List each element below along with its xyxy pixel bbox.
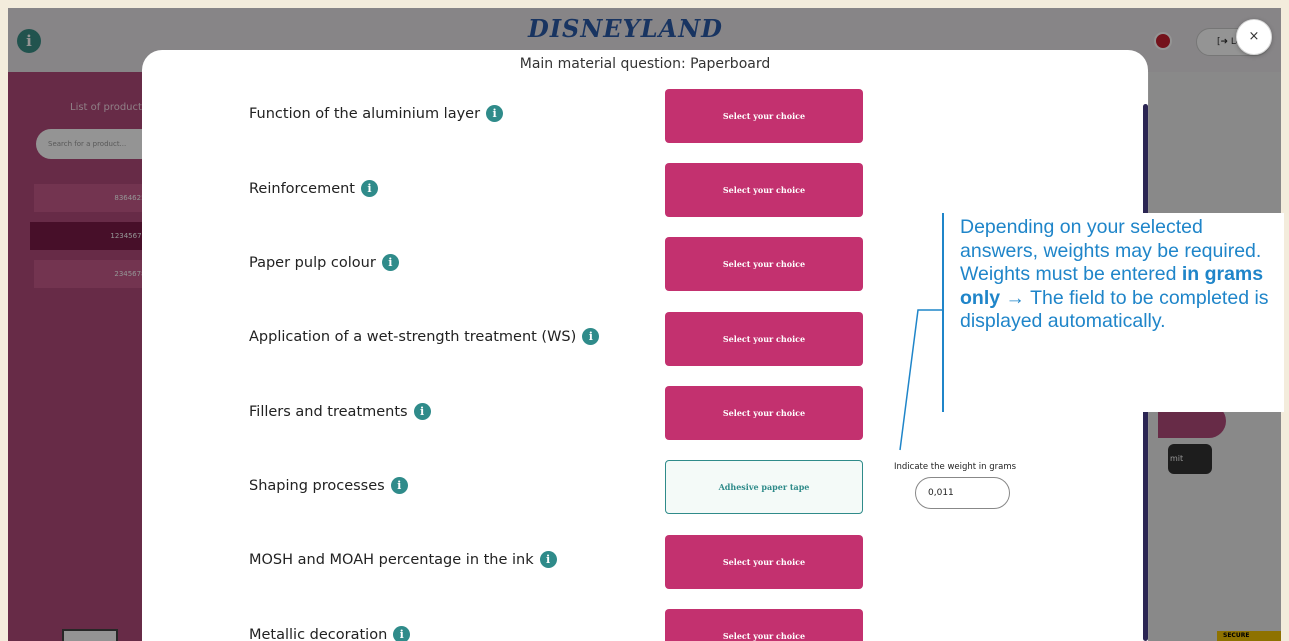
info-icon[interactable]: i bbox=[381, 254, 399, 271]
choice-button[interactable]: Select your choice bbox=[665, 163, 863, 217]
info-icon[interactable]: i bbox=[393, 626, 411, 641]
choice-button[interactable]: Select your choice bbox=[665, 237, 863, 291]
choice-button[interactable]: Select your choice bbox=[665, 386, 863, 440]
question-label: Fillers and treatments i bbox=[249, 403, 431, 420]
choice-button[interactable]: Select your choice bbox=[665, 609, 863, 641]
weight-label: Indicate the weight in grams bbox=[894, 462, 1017, 472]
info-icon[interactable]: i bbox=[539, 551, 557, 568]
question-label: Application of a wet-strength treatment … bbox=[249, 328, 600, 345]
question-label: Function of the aluminium layer i bbox=[249, 105, 504, 122]
weight-input[interactable] bbox=[915, 477, 1010, 509]
question-label: Metallic decoration i bbox=[249, 626, 411, 641]
choice-button-selected[interactable]: Adhesive paper tape bbox=[665, 460, 863, 514]
info-icon[interactable]: i bbox=[390, 477, 408, 494]
info-icon[interactable]: i bbox=[413, 403, 431, 420]
question-label: Paper pulp colour i bbox=[249, 254, 399, 271]
question-label-text: Fillers and treatments bbox=[249, 403, 408, 420]
question-label: Reinforcement i bbox=[249, 180, 378, 197]
choice-button[interactable]: Select your choice bbox=[665, 89, 863, 143]
info-icon[interactable]: i bbox=[361, 180, 378, 197]
question-label-text: Paper pulp colour bbox=[249, 254, 376, 271]
close-button[interactable]: × bbox=[1236, 19, 1272, 55]
question-label-text: Metallic decoration bbox=[249, 626, 388, 641]
question-label: MOSH and MOAH percentage in the ink i bbox=[249, 551, 557, 568]
question-label-text: Shaping processes bbox=[249, 477, 385, 494]
info-icon[interactable]: i bbox=[486, 105, 504, 122]
question-label-text: Function of the aluminium layer bbox=[249, 105, 481, 122]
info-icon[interactable]: i bbox=[582, 328, 600, 345]
question-label-text: Application of a wet-strength treatment … bbox=[249, 328, 577, 345]
choice-button[interactable]: Select your choice bbox=[665, 535, 863, 589]
question-label-text: MOSH and MOAH percentage in the ink bbox=[249, 551, 534, 568]
question-label-text: Reinforcement bbox=[249, 180, 355, 197]
callout-text-end: → The field to be completed is displayed… bbox=[960, 286, 1269, 333]
instruction-callout: Depending on your selected answers, weig… bbox=[942, 213, 1284, 412]
modal-title: Main material question: Paperboard bbox=[519, 56, 771, 72]
question-label: Shaping processes i bbox=[249, 477, 408, 494]
choice-button[interactable]: Select your choice bbox=[665, 312, 863, 366]
